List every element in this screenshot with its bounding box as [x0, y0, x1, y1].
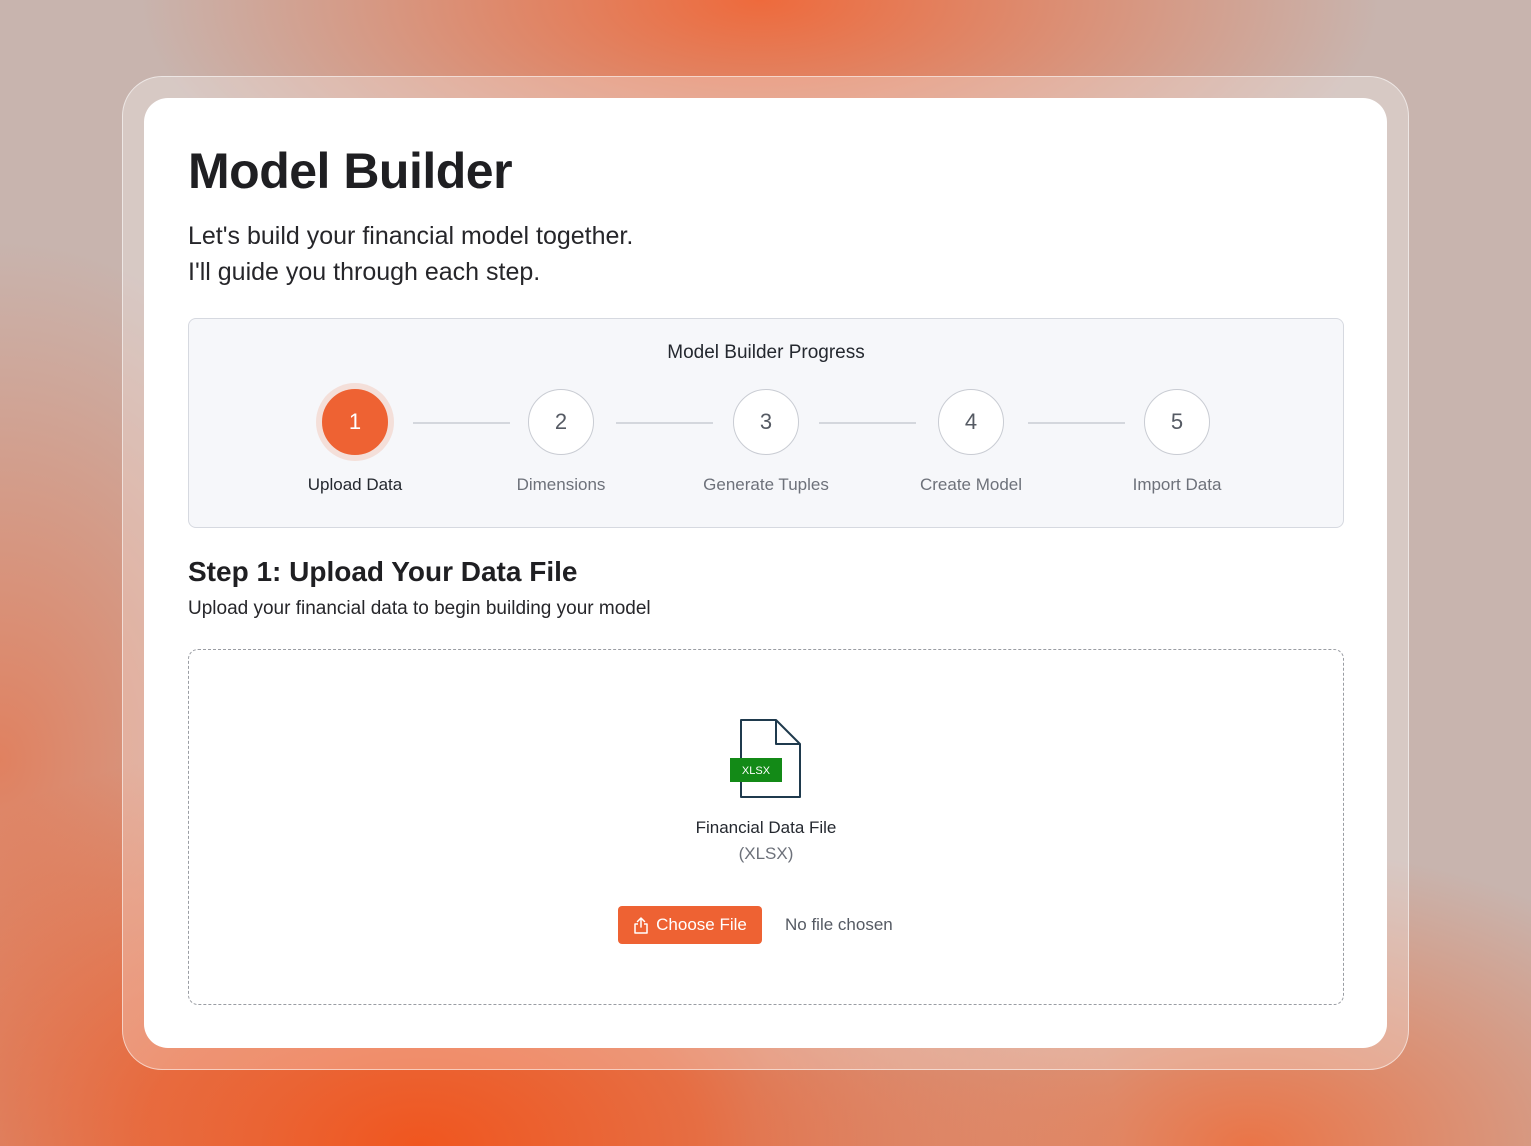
- step-label: Import Data: [1132, 475, 1222, 494]
- step-create-model[interactable]: 4 Create Model: [871, 389, 1071, 495]
- step-generate-tuples[interactable]: 3 Generate Tuples: [666, 389, 866, 495]
- step-number: 2: [528, 389, 594, 455]
- step-label: Dimensions: [516, 475, 606, 494]
- choose-file-button[interactable]: Choose File: [618, 906, 762, 944]
- step-number: 3: [733, 389, 799, 455]
- progress-title: Model Builder Progress: [667, 342, 865, 363]
- file-name: Financial Data File: [695, 818, 837, 837]
- subtitle-line-2: I'll guide you through each step.: [188, 258, 541, 286]
- step-import-data[interactable]: 5 Import Data: [1077, 389, 1277, 495]
- step-label: Create Model: [919, 475, 1023, 494]
- subtitle-line-1: Let's build your financial model togethe…: [188, 222, 634, 250]
- file-dropzone[interactable]: XLSX Financial Data File (XLSX) Choose F…: [188, 649, 1344, 1005]
- xlsx-badge-text: XLSX: [742, 765, 771, 777]
- step-description: Upload your financial data to begin buil…: [188, 598, 651, 619]
- model-builder-card: Model Builder Let's build your financial…: [144, 98, 1387, 1048]
- step-title: Step 1: Upload Your Data File: [188, 556, 578, 587]
- step-dimensions[interactable]: 2 Dimensions: [461, 389, 661, 495]
- page-title: Model Builder: [188, 143, 513, 199]
- step-number: 5: [1144, 389, 1210, 455]
- step-number: 1: [322, 389, 388, 455]
- step-label: Generate Tuples: [703, 475, 829, 494]
- choose-file-label: Choose File: [656, 915, 747, 934]
- file-type: (XLSX): [738, 844, 794, 863]
- step-upload-data[interactable]: 1 Upload Data: [255, 389, 455, 495]
- file-status: No file chosen: [785, 915, 893, 934]
- page-subtitle: Let's build your financial model togethe…: [188, 218, 633, 290]
- step-label: Upload Data: [307, 475, 403, 494]
- upload-icon: [634, 916, 648, 934]
- progress-panel: Model Builder Progress 1 Upload Data 2 D…: [188, 318, 1344, 528]
- step-number: 4: [938, 389, 1004, 455]
- xlsx-file-icon: XLSX: [730, 719, 801, 798]
